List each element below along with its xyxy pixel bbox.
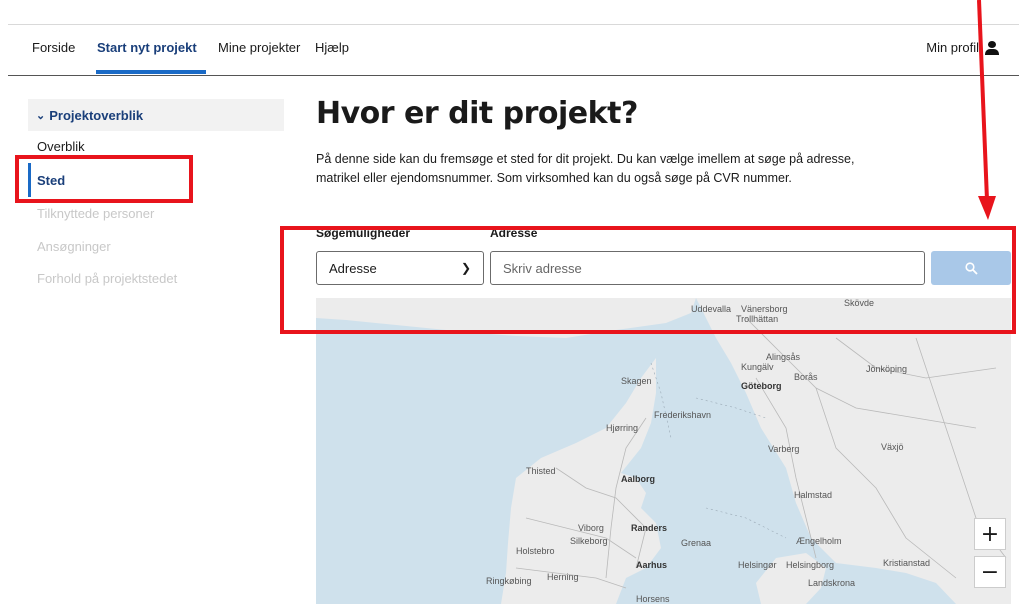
svg-text:Holstebro: Holstebro [516,546,555,556]
svg-text:Uddevalla: Uddevalla [691,304,731,314]
address-input[interactable] [490,251,925,285]
svg-text:Varberg: Varberg [768,444,799,454]
sidebar-item-tilknyttede-personer: Tilknyttede personer [37,206,155,221]
page-title: Hvor er dit projekt? [316,96,638,131]
svg-text:Borås: Borås [794,372,818,382]
svg-text:Kungälv: Kungälv [741,362,774,372]
zoom-in-button[interactable]: + [974,518,1006,550]
sidebar-section-projektoverblik[interactable]: ⌄ Projektoverblik [28,99,284,131]
search-option-select[interactable]: Adresse ❯ [316,251,484,285]
svg-text:Grenaa: Grenaa [681,538,711,548]
svg-text:Vänersborg: Vänersborg [741,304,788,314]
map-canvas: Uddevalla Vänersborg Trollhättan Skövde … [316,298,1011,604]
svg-text:Växjö: Växjö [881,442,904,452]
svg-text:Aalborg: Aalborg [621,474,655,484]
top-navigation: Forside Start nyt projekt Mine projekter… [8,24,1019,76]
nav-hjaelp[interactable]: Hjælp [315,40,349,55]
search-icon [965,262,978,275]
svg-text:Ringkøbing: Ringkøbing [486,576,532,586]
svg-text:Aarhus: Aarhus [636,560,667,570]
nav-mine-projekter[interactable]: Mine projekter [218,40,300,55]
search-options-label: Søgemuligheder [316,226,411,240]
chevron-down-icon: ⌄ [36,109,46,122]
svg-text:Hjørring: Hjørring [606,423,638,433]
annotation-arrow [977,0,996,220]
svg-text:Göteborg: Göteborg [741,381,782,391]
search-button[interactable] [931,251,1011,285]
search-option-value: Adresse [329,260,377,276]
nav-forside[interactable]: Forside [32,40,75,55]
svg-text:Helsingør: Helsingør [738,560,777,570]
svg-text:Helsingborg: Helsingborg [786,560,834,570]
svg-text:Frederikshavn: Frederikshavn [654,410,711,420]
nav-start-nyt-projekt[interactable]: Start nyt projekt [97,40,197,55]
zoom-out-button[interactable]: − [974,556,1006,588]
svg-text:Randers: Randers [631,523,667,533]
svg-text:Skövde: Skövde [844,298,874,308]
sidebar-section-title: Projektoverblik [49,107,144,123]
chevron-down-icon: ❯ [460,261,471,275]
sidebar-current-indicator [28,163,31,197]
svg-text:Landskrona: Landskrona [808,578,855,588]
svg-text:Silkeborg: Silkeborg [570,536,608,546]
map[interactable]: Uddevalla Vänersborg Trollhättan Skövde … [316,298,1011,604]
sidebar-item-forhold-paa-projektstedet: Forhold på projektstedet [37,271,178,286]
active-nav-indicator [96,70,206,74]
sidebar-item-sted[interactable]: Sted [37,173,65,188]
svg-text:Jönköping: Jönköping [866,364,907,374]
svg-text:Kristianstad: Kristianstad [883,558,930,568]
svg-text:Alingsås: Alingsås [766,352,801,362]
svg-text:Skagen: Skagen [621,376,652,386]
svg-text:Ængelholm: Ængelholm [796,536,842,546]
sidebar-item-overblik[interactable]: Overblik [37,139,85,154]
address-label: Adresse [490,226,538,240]
svg-text:Halmstad: Halmstad [794,490,832,500]
svg-text:Horsens: Horsens [636,594,670,604]
sidebar-item-ansoegninger: Ansøgninger [37,239,111,254]
svg-text:Trollhättan: Trollhättan [736,314,778,324]
page-description: På denne side kan du fremsøge et sted fo… [316,152,855,185]
svg-text:Thisted: Thisted [526,466,556,476]
svg-text:Herning: Herning [547,572,579,582]
svg-text:Viborg: Viborg [578,523,604,533]
